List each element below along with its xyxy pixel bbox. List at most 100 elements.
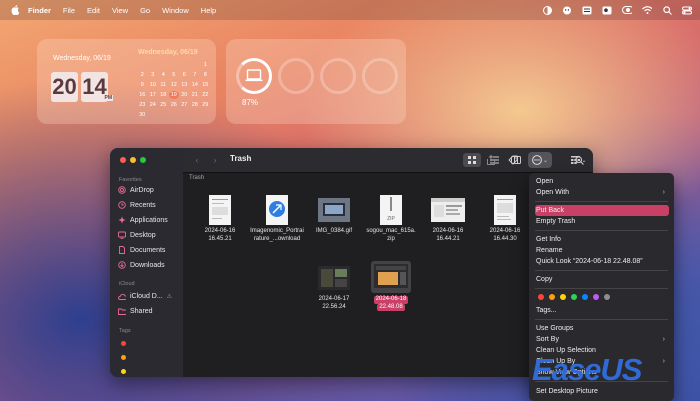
calendar-day: 22 [202, 92, 209, 98]
menu-help[interactable]: Help [201, 6, 216, 15]
calendar-day [137, 61, 148, 69]
tag-red-dot[interactable] [121, 341, 126, 346]
wifi-icon[interactable] [642, 5, 652, 15]
sidebar-tags-label: Tags [119, 328, 131, 334]
calendar-day [148, 61, 159, 69]
sidebar-item-airdrop[interactable]: AirDrop [118, 186, 154, 194]
share-icon[interactable] [484, 153, 498, 167]
menu-item-open-with[interactable]: Open With › [535, 187, 669, 198]
zoom-button[interactable] [140, 157, 146, 163]
menu-item-open[interactable]: Open [535, 176, 669, 187]
file-name: sogou_mac_615a. [366, 228, 416, 234]
sidebar-item-documents[interactable]: Documents [118, 246, 165, 254]
sidebar-item-recents[interactable]: Recents [118, 201, 156, 209]
menu-item-tags[interactable]: Tags... [535, 305, 669, 316]
menu-item-copy[interactable]: Copy [535, 274, 669, 285]
calendar-grid: 1 2 3 4 5 6 7 8 9 10 11 12 13 14 15 16 17 18 19 20 21 22 23 24 2… [137, 61, 211, 119]
tag-orange-dot[interactable] [121, 355, 126, 360]
record-icon[interactable] [622, 5, 632, 15]
menu-item-label: Open [536, 178, 554, 185]
document-icon [118, 246, 126, 254]
menu-edit[interactable]: Edit [87, 6, 100, 15]
more-icon [532, 155, 542, 165]
menu-go[interactable]: Go [140, 6, 150, 15]
calendar-day: 20 [181, 92, 188, 98]
contrast-icon[interactable] [542, 5, 552, 15]
sidebar-item-icloud-drive[interactable]: iCloud D... ⚠ [118, 292, 172, 300]
calendar-day: 28 [191, 102, 198, 108]
menu-view[interactable]: View [112, 6, 128, 15]
sidebar-item-applications[interactable]: Applications [118, 216, 168, 224]
file-item[interactable]: 2024-06-16 16.45.21 [191, 195, 249, 243]
tag-gray-dot[interactable] [604, 294, 610, 300]
search-icon[interactable] [662, 5, 672, 15]
sidebar-item-desktop[interactable]: Desktop [118, 231, 156, 239]
menu-item-use-groups[interactable]: Use Groups [535, 323, 669, 334]
battery-widget[interactable]: 87% [226, 39, 406, 124]
applications-icon [118, 216, 126, 224]
apple-icon[interactable] [10, 5, 20, 15]
wechat-icon[interactable] [602, 5, 612, 15]
file-item[interactable]: ZIP sogou_mac_615a. zip [362, 195, 420, 243]
window-title: Trash [230, 154, 252, 163]
file-item[interactable]: 2024-06-16 16.44.30 [476, 195, 534, 243]
clock-ampm: PM [103, 95, 113, 101]
search-icon [574, 155, 584, 165]
menu-separator [535, 270, 668, 271]
keyboard-icon[interactable] [582, 5, 592, 15]
calendar-day [169, 61, 180, 69]
chevron-right-icon: › [662, 358, 665, 365]
file-item[interactable]: IMG_0384.gif [305, 195, 363, 236]
menu-separator [535, 319, 668, 320]
tag-yellow-dot[interactable] [121, 369, 126, 374]
search-button[interactable] [572, 153, 586, 167]
menu-item-rename[interactable]: Rename [535, 245, 669, 256]
menu-finder[interactable]: Finder [28, 6, 51, 15]
battery-percent: 87% [242, 98, 259, 107]
file-thumbnail [266, 195, 288, 225]
menu-item-get-info[interactable]: Get Info [535, 234, 669, 245]
close-button[interactable] [120, 157, 126, 163]
menu-item-label: Sort By [536, 336, 559, 343]
file-thumbnail: ZIP [380, 195, 402, 225]
menu-window[interactable]: Window [162, 6, 189, 15]
menu-item-sort-by[interactable]: Sort By › [535, 334, 669, 345]
people-icon[interactable] [562, 5, 572, 15]
minimize-button[interactable] [130, 157, 136, 163]
tag-green-dot[interactable] [571, 294, 577, 300]
action-button[interactable]: ⌄ [528, 152, 552, 168]
file-item[interactable]: 2024-06-17 22.56.24 [305, 264, 363, 311]
sidebar-item-shared[interactable]: Shared [118, 307, 153, 315]
calendar-day: 8 [203, 72, 207, 78]
file-name: 2024-06-17 [318, 296, 350, 302]
file-name-line2: 22.56.24 [322, 303, 346, 310]
calendar-day: 2 [140, 72, 144, 78]
file-name: 2024-06-18 [373, 296, 409, 304]
tag-yellow-dot[interactable] [560, 294, 566, 300]
tag-blue-dot[interactable] [582, 294, 588, 300]
file-name: IMG_0384.gif [315, 228, 353, 234]
menu-separator [535, 201, 668, 202]
tag-red-dot[interactable] [538, 294, 544, 300]
tag-orange-dot[interactable] [549, 294, 555, 300]
back-chevron-icon[interactable]: ‹ [192, 153, 202, 167]
menu-item-put-back[interactable]: Put Back [535, 205, 669, 216]
menu-item-empty-trash[interactable]: Empty Trash [535, 216, 669, 227]
calendar-day: 1 [203, 62, 207, 68]
sidebar-item-downloads[interactable]: Downloads [118, 261, 165, 269]
clock-calendar-widget[interactable]: Wednesday, 06/19 20 14 PM Wednesday, 06/1… [37, 39, 216, 124]
file-item[interactable]: Imagenomic_Portrai rature_...ownload [248, 195, 306, 243]
menu-item-label: Get Info [536, 236, 561, 243]
file-item-selected[interactable]: 2024-06-18 22.48.08 [362, 261, 420, 311]
menu-item-quick-look[interactable]: Quick Look “2024-06-18 22.48.08” [535, 256, 669, 267]
menu-file[interactable]: File [63, 6, 75, 15]
icon-view-button[interactable] [463, 153, 481, 167]
forward-chevron-icon[interactable]: › [210, 153, 220, 167]
tag-purple-dot[interactable] [593, 294, 599, 300]
calendar-day: 11 [160, 82, 167, 88]
tag-icon[interactable] [506, 153, 520, 167]
chevron-right-icon: › [662, 189, 665, 196]
file-item[interactable]: 2024-06-16 16.44.21 [419, 195, 477, 243]
control-center-icon[interactable] [682, 5, 692, 15]
calendar-day: 17 [149, 92, 156, 98]
